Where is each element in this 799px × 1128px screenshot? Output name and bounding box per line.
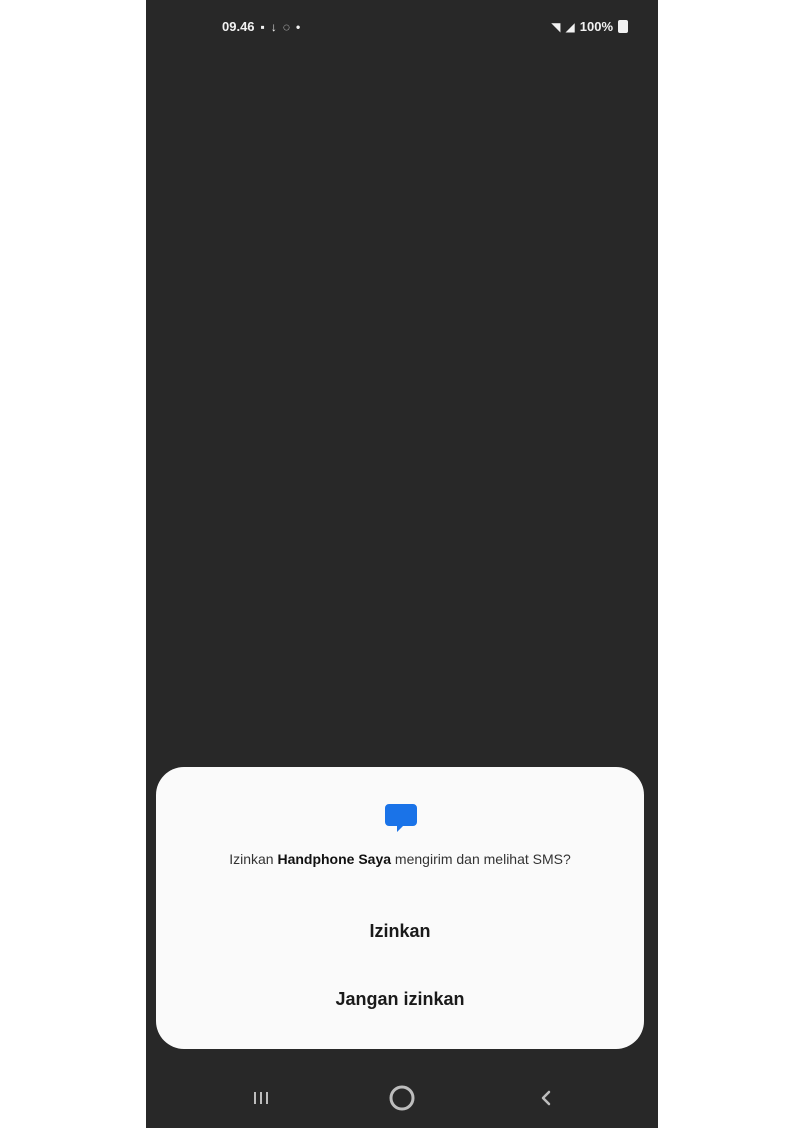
signal-icon: ◢ [565,19,575,34]
back-icon[interactable] [528,1080,564,1116]
message-bubble-icon [383,802,419,834]
dialog-message: Izinkan Handphone Saya mengirim dan meli… [176,851,624,867]
notification-icon: ▪ [260,19,265,34]
app-name: Handphone Saya [277,851,392,867]
status-bar-right: ◥ ◢ 100% [551,19,628,34]
recents-icon[interactable] [243,1080,279,1116]
wifi-icon: ◥ [551,19,561,34]
download-icon: ↓ [270,19,277,34]
dot-icon: • [295,19,301,34]
allow-button[interactable]: Izinkan [196,908,604,952]
message-suffix: mengirim dan melihat SMS? [391,851,571,867]
message-prefix: Izinkan [229,851,278,867]
deny-button[interactable]: Jangan izinkan [196,976,604,1020]
battery-icon [618,20,628,33]
home-icon[interactable] [384,1080,420,1116]
status-time: 09.46 [222,19,255,34]
navigation-bar [146,1062,658,1128]
status-bar: 09.46 ▪ ↓ ◌ • ◥ ◢ 100% [146,0,658,52]
battery-percent: 100% [579,19,613,34]
permission-dialog: Izinkan Handphone Saya mengirim dan meli… [156,767,644,1049]
location-icon: ◌ [282,19,290,34]
phone-screen: 09.46 ▪ ↓ ◌ • ◥ ◢ 100% Izinkan Handphone… [146,0,658,1128]
status-bar-left: 09.46 ▪ ↓ ◌ • [222,19,300,34]
